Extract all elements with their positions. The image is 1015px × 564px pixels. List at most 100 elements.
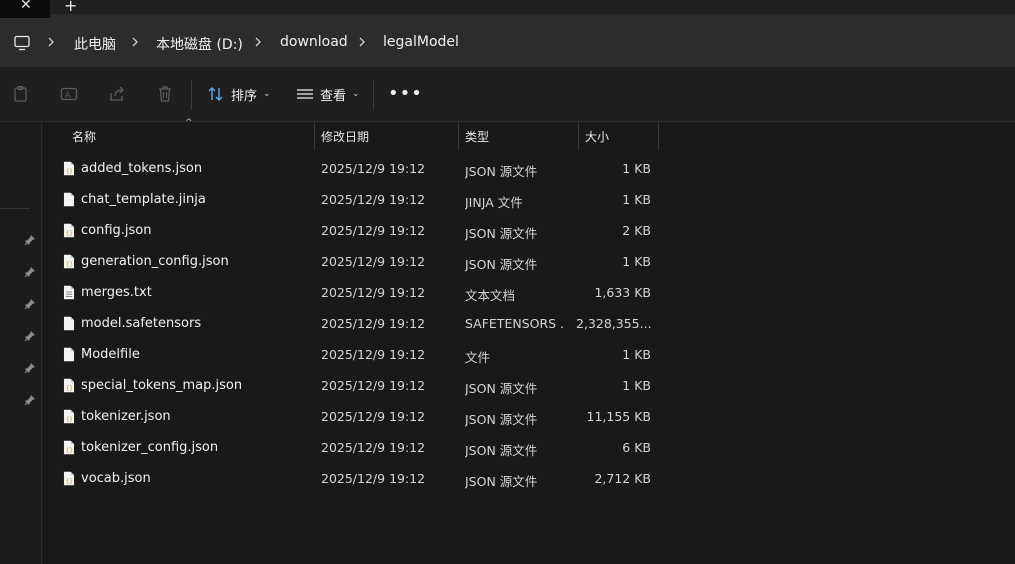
breadcrumb-legalmodel[interactable]: legalModel — [383, 34, 459, 50]
file-type: 文件 — [465, 350, 491, 365]
pin-icon[interactable] — [24, 394, 36, 406]
more-options-button[interactable]: ••• — [388, 85, 423, 103]
file-name: tokenizer_config.json — [81, 440, 219, 455]
file-modified-date: 2025/12/9 19:12 — [321, 471, 426, 486]
file-size: 1 KB — [622, 161, 651, 176]
pin-icon[interactable] — [24, 266, 36, 278]
toolbar-divider — [191, 80, 192, 110]
chevron-right-icon[interactable] — [251, 35, 265, 49]
file-type: JINJA 文件 — [465, 195, 523, 210]
breadcrumb-drive-d[interactable]: 本地磁盘 (D:) — [156, 34, 243, 54]
file-row[interactable]: {} special_tokens_map.json 2025/12/9 19:12… — [44, 370, 658, 401]
share-icon[interactable] — [107, 84, 127, 104]
file-modified-date: 2025/12/9 19:12 — [321, 316, 426, 331]
file-row[interactable]: {} added_tokens.json 2025/12/9 19:12 JSON 源… — [44, 153, 658, 184]
text-file-icon — [63, 285, 75, 300]
chevron-down-icon: ⌄ — [263, 89, 271, 99]
file-modified-date: 2025/12/9 19:12 — [321, 440, 426, 455]
json-file-icon: {} — [63, 161, 75, 176]
file-type: JSON 源文件 — [465, 164, 538, 179]
new-tab-icon[interactable]: + — [64, 0, 77, 15]
column-header-size-label: 大小 — [585, 130, 610, 144]
json-file-icon: {} — [63, 409, 75, 424]
file-type: SAFETENSORS ... — [465, 316, 565, 331]
svg-text:A: A — [65, 91, 71, 100]
file-name: chat_template.jinja — [81, 192, 206, 207]
column-header-name[interactable]: 名称 — [44, 122, 314, 150]
file-row[interactable]: model.safetensors 2025/12/9 19:12 SAFETENS… — [44, 308, 658, 339]
chevron-right-icon[interactable] — [44, 35, 58, 49]
column-header-date[interactable]: 修改日期 — [315, 122, 458, 150]
file-size: 2,712 KB — [594, 471, 651, 486]
json-file-icon: {} — [63, 378, 75, 393]
file-modified-date: 2025/12/9 19:12 — [321, 254, 426, 269]
column-header-size[interactable]: 大小 — [579, 122, 658, 150]
file-size: 11,155 KB — [586, 409, 651, 424]
navigation-pane[interactable] — [0, 122, 42, 564]
file-row[interactable]: Modelfile 2025/12/9 19:12 文件 1 KB — [44, 339, 658, 370]
computer-icon[interactable] — [14, 35, 30, 51]
pin-icon[interactable] — [24, 330, 36, 342]
svg-text:{}: {} — [66, 478, 73, 484]
delete-icon[interactable] — [155, 84, 175, 104]
view-button[interactable]: 查看 ⌄ — [296, 82, 360, 106]
file-type: JSON 源文件 — [465, 381, 538, 396]
svg-text:{}: {} — [66, 261, 73, 267]
column-divider[interactable] — [658, 122, 659, 150]
json-file-icon: {} — [63, 254, 75, 269]
file-row[interactable]: {} config.json 2025/12/9 19:12 JSON 源文件 2 KB — [44, 215, 658, 246]
svg-text:{}: {} — [66, 385, 73, 391]
file-modified-date: 2025/12/9 19:12 — [321, 378, 426, 393]
file-name: tokenizer.json — [81, 409, 171, 424]
view-list-icon — [297, 89, 313, 99]
rename-icon[interactable]: A — [59, 84, 79, 104]
chevron-right-icon[interactable] — [355, 35, 369, 49]
file-name: config.json — [81, 223, 152, 238]
file-name: merges.txt — [81, 285, 152, 300]
blank-file-icon — [63, 192, 75, 207]
file-type: JSON 源文件 — [465, 257, 538, 272]
sort-label: 排序 — [231, 88, 258, 104]
close-tab-icon[interactable]: ✕ — [20, 0, 32, 13]
pin-icon[interactable] — [24, 234, 36, 246]
file-modified-date: 2025/12/9 19:12 — [321, 223, 426, 238]
file-row[interactable]: {} generation_config.json 2025/12/9 19:12 J… — [44, 246, 658, 277]
paste-icon[interactable] — [11, 84, 31, 104]
file-size: 2 KB — [622, 223, 651, 238]
svg-text:{}: {} — [66, 416, 73, 422]
file-type: JSON 源文件 — [465, 474, 538, 489]
nav-divider — [0, 208, 30, 209]
address-bar[interactable]: 此电脑 本地磁盘 (D:) download legalModel — [0, 18, 1015, 68]
column-header-name-label: 名称 — [72, 130, 97, 144]
file-type: JSON 源文件 — [465, 443, 538, 458]
pin-icon[interactable] — [24, 298, 36, 310]
pin-icon[interactable] — [24, 362, 36, 374]
toolbar-divider — [373, 80, 374, 110]
column-header-type[interactable]: 类型 — [459, 122, 578, 150]
file-size: 1 KB — [622, 254, 651, 269]
tab-strip: ✕ + — [0, 0, 1015, 18]
json-file-icon: {} — [63, 471, 75, 486]
json-file-icon: {} — [63, 223, 75, 238]
file-type: JSON 源文件 — [465, 226, 538, 241]
file-modified-date: 2025/12/9 19:12 — [321, 285, 426, 300]
breadcrumb-download[interactable]: download — [280, 34, 348, 50]
file-modified-date: 2025/12/9 19:12 — [321, 409, 426, 424]
svg-text:{}: {} — [66, 168, 73, 174]
column-header-type-label: 类型 — [465, 130, 490, 144]
file-name: added_tokens.json — [81, 161, 203, 176]
breadcrumb-this-pc[interactable]: 此电脑 — [74, 34, 116, 54]
file-row[interactable]: {} tokenizer.json 2025/12/9 19:12 JSON 源文件 1… — [44, 401, 658, 432]
file-row[interactable]: {} tokenizer_config.json 2025/12/9 19:12 JS… — [44, 432, 658, 463]
file-type: 文本文档 — [465, 288, 516, 303]
chevron-right-icon[interactable] — [128, 35, 142, 49]
file-modified-date: 2025/12/9 19:12 — [321, 347, 426, 362]
sort-button[interactable]: 排序 ⌄ — [207, 82, 271, 106]
view-label: 查看 — [320, 88, 347, 104]
file-row[interactable]: merges.txt 2025/12/9 19:12 文本文档 1,633 KB — [44, 277, 658, 308]
file-size: 2,328,355... — [576, 316, 651, 331]
file-row[interactable]: chat_template.jinja 2025/12/9 19:12 JINJA … — [44, 184, 658, 215]
active-tab[interactable]: ✕ — [0, 0, 50, 18]
command-bar: A 排序 ⌄ 查看 ⌄ ••• — [0, 68, 1015, 122]
file-row[interactable]: {} vocab.json 2025/12/9 19:12 JSON 源文件 2,712… — [44, 463, 658, 494]
